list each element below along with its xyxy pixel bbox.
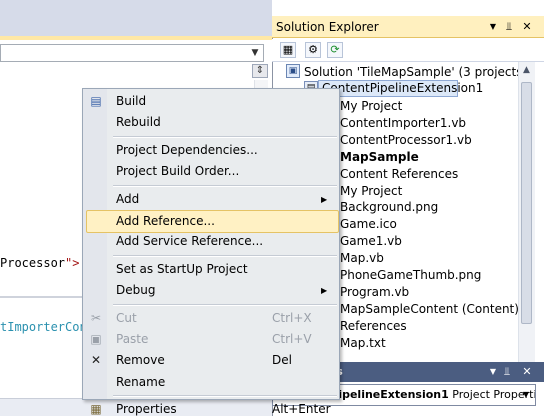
tree-item-label: ContentImporter1.vb bbox=[340, 115, 467, 130]
menu-item-label: Build bbox=[116, 94, 147, 108]
tree-root-label: Solution 'TileMapSample' (3 projects) bbox=[304, 65, 518, 79]
pin-icon[interactable]: ⫫ bbox=[500, 363, 514, 381]
tree-item-label: PhoneGameThumb.png bbox=[340, 268, 482, 282]
menu-item-paste[interactable]: ▣ Paste Ctrl+V bbox=[83, 329, 339, 350]
editor-tab-area bbox=[0, 0, 272, 40]
properties-icon: ▦ bbox=[90, 402, 102, 417]
menu-item-project-build-order[interactable]: Project Build Order... bbox=[83, 161, 339, 182]
menu-item-label: Rebuild bbox=[116, 115, 161, 130]
menu-item-label: Paste bbox=[116, 332, 149, 346]
menu-item-label: Project Dependencies... bbox=[116, 142, 258, 157]
code-string: "> bbox=[65, 256, 80, 270]
tree-item-label: Map.txt bbox=[340, 335, 386, 350]
refresh-button[interactable]: ⟳ bbox=[327, 42, 343, 58]
scissors-icon: ✂ bbox=[90, 310, 102, 325]
tree-item-label: Game.ico bbox=[340, 217, 397, 232]
editor-tab-strip bbox=[0, 36, 272, 40]
menu-separator bbox=[113, 135, 337, 138]
menu-item-label: Project Build Order... bbox=[116, 164, 240, 179]
menu-item-label: Remove bbox=[116, 353, 165, 368]
menu-item-label: Rename bbox=[116, 374, 166, 389]
window-position-dropdown-icon[interactable]: ▼ bbox=[486, 363, 500, 381]
menu-item-shortcut: Alt+Enter bbox=[272, 402, 331, 417]
menu-item-shortcut: Ctrl+V bbox=[272, 332, 312, 346]
scrollbar-thumb[interactable] bbox=[521, 82, 532, 324]
tree-item-label: Game1.vb bbox=[340, 234, 402, 249]
menu-item-label: Cut bbox=[116, 310, 137, 325]
menu-item-project-dependencies[interactable]: Project Dependencies... bbox=[83, 140, 339, 161]
menu-item-label: Debug bbox=[116, 283, 156, 298]
show-all-files-button[interactable]: ▦ bbox=[280, 42, 296, 58]
menu-item-add-service-reference[interactable]: Add Service Reference... bbox=[83, 231, 339, 252]
menu-item-set-as-startup-project[interactable]: Set as StartUp Project bbox=[83, 259, 339, 280]
menu-item-remove[interactable]: ✕ Remove Del bbox=[83, 350, 339, 371]
menu-item-label: Add Reference... bbox=[116, 214, 215, 228]
menu-item-label: Add Service Reference... bbox=[116, 234, 264, 249]
editor-navigation-dropdown[interactable]: ▼ bbox=[0, 44, 264, 62]
editor-split-button[interactable]: ⇕ bbox=[252, 64, 268, 78]
menu-separator bbox=[113, 254, 337, 257]
properties-button[interactable]: ⚙ bbox=[305, 42, 321, 58]
tree-item-label: Program.vb bbox=[340, 284, 410, 299]
build-icon: ▤ bbox=[90, 94, 102, 108]
menu-item-rename[interactable]: Rename bbox=[83, 372, 339, 393]
pin-icon[interactable]: ⫫ bbox=[502, 18, 516, 36]
menu-item-build[interactable]: ▤ Build bbox=[83, 91, 339, 112]
close-icon[interactable]: ✕ bbox=[520, 18, 534, 36]
menu-item-label: Add bbox=[116, 191, 140, 206]
tree-item-label: Map.vb bbox=[340, 251, 384, 266]
code-text: Processor bbox=[0, 256, 66, 270]
menu-separator bbox=[113, 395, 337, 398]
tree-item-label: Content References bbox=[340, 166, 459, 181]
scroll-up-icon[interactable]: ▲ bbox=[518, 62, 535, 78]
menu-item-properties[interactable]: ▦ Properties Alt+Enter bbox=[83, 399, 339, 420]
menu-item-add-reference[interactable]: Add Reference... bbox=[86, 210, 339, 233]
window-position-dropdown-icon[interactable]: ▼ bbox=[486, 18, 500, 36]
menu-item-debug[interactable]: Debug ▶ bbox=[83, 280, 339, 301]
menu-separator bbox=[113, 303, 337, 306]
menu-item-rebuild[interactable]: Rebuild bbox=[83, 112, 339, 133]
menu-item-shortcut: Del bbox=[272, 353, 292, 368]
tree-item-label: References bbox=[340, 318, 407, 333]
clipboard-icon: ▣ bbox=[90, 332, 102, 346]
menu-item-cut[interactable]: ✂ Cut Ctrl+X bbox=[83, 308, 339, 329]
submenu-arrow-icon: ▶ bbox=[321, 194, 328, 204]
tree-item-label: My Project bbox=[340, 99, 403, 113]
solution-icon: ▣ bbox=[286, 64, 300, 78]
tree-item-label: MapSample bbox=[340, 149, 419, 164]
code-line: Processor"> bbox=[0, 256, 79, 270]
close-icon[interactable]: ✕ bbox=[520, 363, 534, 381]
menu-item-shortcut: Ctrl+X bbox=[272, 310, 312, 325]
menu-item-label: Properties bbox=[116, 402, 177, 417]
chevron-down-icon: ▼ bbox=[522, 390, 530, 399]
menu-item-label: Set as StartUp Project bbox=[116, 261, 248, 276]
menu-separator bbox=[113, 184, 337, 187]
tree-item-label: My Project bbox=[340, 183, 403, 198]
submenu-arrow-icon: ▶ bbox=[321, 286, 328, 296]
chevron-down-icon: ▼ bbox=[251, 48, 259, 58]
code-line: tImporterCont bbox=[0, 320, 94, 334]
menu-item-add[interactable]: Add ▶ bbox=[83, 189, 339, 210]
tree-item-label: MapSampleContent (Content) bbox=[340, 301, 518, 316]
tree-item-label: Background.png bbox=[340, 200, 439, 215]
remove-icon: ✕ bbox=[90, 353, 102, 368]
tree-item-label: ContentPipelineExtension1 bbox=[322, 81, 484, 95]
tree-item-label: ContentProcessor1.vb bbox=[340, 132, 472, 147]
